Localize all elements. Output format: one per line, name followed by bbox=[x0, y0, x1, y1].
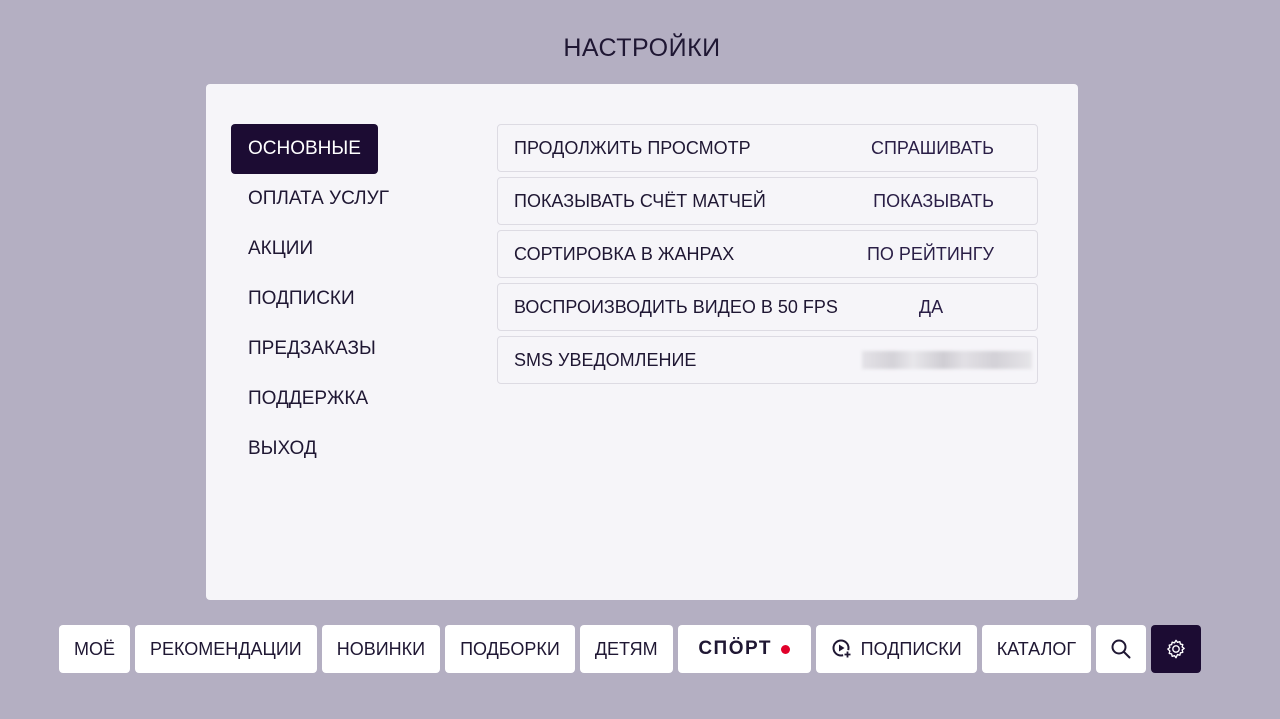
search-icon bbox=[1110, 638, 1132, 660]
nav-sport-label: СПÖРТ bbox=[698, 638, 772, 659]
nav-subscriptions-label: ПОДПИСКИ bbox=[860, 638, 962, 659]
nav-kids[interactable]: ДЕТЯМ bbox=[579, 625, 673, 673]
blurred-phone-value bbox=[862, 351, 1032, 369]
settings-panel: ОСНОВНЫЕ ОПЛАТА УСЛУГ АКЦИИ ПОДПИСКИ ПРЕ… bbox=[206, 84, 1078, 600]
nav-collections[interactable]: ПОДБОРКИ bbox=[445, 625, 575, 673]
settings-button[interactable] bbox=[1151, 625, 1202, 673]
settings-menu: ОСНОВНЫЕ ОПЛАТА УСЛУГ АКЦИИ ПОДПИСКИ ПРЕ… bbox=[231, 124, 406, 474]
live-dot-icon bbox=[781, 644, 790, 654]
nav-new[interactable]: НОВИНКИ bbox=[321, 625, 441, 673]
settings-options: ПРОДОЛЖИТЬ ПРОСМОТР СПРАШИВАТЬ ПОКАЗЫВАТ… bbox=[497, 124, 1038, 389]
menu-item-subscriptions[interactable]: ПОДПИСКИ bbox=[231, 274, 372, 324]
nav-catalog[interactable]: КАТАЛОГ bbox=[981, 625, 1092, 673]
search-button[interactable] bbox=[1096, 625, 1147, 673]
nav-sport[interactable]: СПÖРТ bbox=[677, 625, 811, 673]
setting-sms-notification[interactable]: SMS УВЕДОМЛЕНИЕ bbox=[497, 336, 1038, 384]
setting-label: ПРОДОЛЖИТЬ ПРОСМОТР bbox=[514, 137, 751, 158]
page-title: НАСТРОЙКИ bbox=[563, 34, 721, 62]
menu-item-general[interactable]: ОСНОВНЫЕ bbox=[231, 124, 378, 174]
subscription-play-plus-icon bbox=[831, 638, 853, 660]
bottom-navigation: МОЁ РЕКОМЕНДАЦИИ НОВИНКИ ПОДБОРКИ ДЕТЯМ … bbox=[59, 625, 1202, 673]
setting-value: ПОКАЗЫВАТЬ bbox=[873, 190, 994, 211]
gear-icon bbox=[1165, 638, 1187, 660]
nav-subscriptions[interactable]: ПОДПИСКИ bbox=[815, 625, 977, 673]
menu-item-preorders[interactable]: ПРЕДЗАКАЗЫ bbox=[231, 324, 393, 374]
nav-recommendations[interactable]: РЕКОМЕНДАЦИИ bbox=[135, 625, 317, 673]
setting-value: ПО РЕЙТИНГУ bbox=[866, 243, 994, 264]
menu-item-support[interactable]: ПОДДЕРЖКА bbox=[231, 374, 385, 424]
menu-item-payment[interactable]: ОПЛАТА УСЛУГ bbox=[231, 174, 406, 224]
setting-label: ВОСПРОИЗВОДИТЬ ВИДЕО В 50 FPS bbox=[514, 296, 838, 317]
setting-50fps-video[interactable]: ВОСПРОИЗВОДИТЬ ВИДЕО В 50 FPS ДА bbox=[497, 283, 1038, 331]
setting-label: SMS УВЕДОМЛЕНИЕ bbox=[514, 349, 697, 370]
setting-value: ДА bbox=[918, 296, 944, 317]
setting-label: ПОКАЗЫВАТЬ СЧЁТ МАТЧЕЙ bbox=[514, 190, 766, 211]
nav-my[interactable]: МОЁ bbox=[59, 625, 131, 673]
setting-show-match-score[interactable]: ПОКАЗЫВАТЬ СЧЁТ МАТЧЕЙ ПОКАЗЫВАТЬ bbox=[497, 177, 1038, 225]
setting-label: СОРТИРОВКА В ЖАНРАХ bbox=[514, 243, 735, 264]
setting-value: СПРАШИВАТЬ bbox=[871, 137, 994, 158]
menu-item-promotions[interactable]: АКЦИИ bbox=[231, 224, 330, 274]
setting-continue-watching[interactable]: ПРОДОЛЖИТЬ ПРОСМОТР СПРАШИВАТЬ bbox=[497, 124, 1038, 172]
setting-genre-sort[interactable]: СОРТИРОВКА В ЖАНРАХ ПО РЕЙТИНГУ bbox=[497, 230, 1038, 278]
menu-item-logout[interactable]: ВЫХОД bbox=[231, 424, 334, 474]
